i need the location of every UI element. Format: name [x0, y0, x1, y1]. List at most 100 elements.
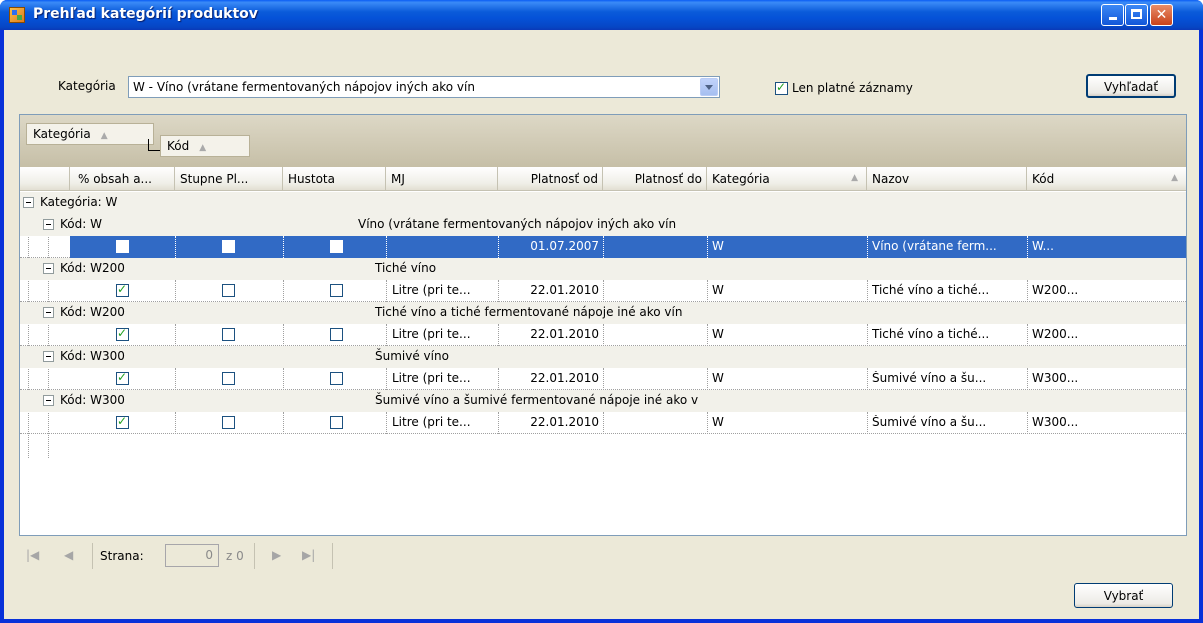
group-description: Víno (vrátane fermentovaných nápojov iný…	[358, 217, 677, 231]
group-row-kod[interactable]: Kód: W Víno (vrátane fermentovaných nápo…	[20, 214, 1186, 236]
cell-kategoria: W	[712, 327, 724, 341]
collapse-icon[interactable]	[43, 307, 54, 318]
search-button[interactable]: Vyhľadať	[1086, 74, 1176, 98]
group-caption: Kategória: W	[40, 195, 118, 209]
column-header-platnost-do[interactable]: Platnosť do	[603, 167, 707, 191]
group-chip-label: Kód	[167, 139, 190, 153]
cell-mj: Litre (pri te...	[392, 415, 471, 429]
maximize-button[interactable]	[1125, 4, 1148, 26]
cell-nazov: Šumivé víno a šu...	[872, 371, 987, 385]
column-header-hustota[interactable]: Hustota	[283, 167, 386, 191]
app-icon[interactable]	[9, 7, 25, 23]
first-page-icon[interactable]: |◀	[26, 548, 39, 562]
collapse-icon[interactable]	[43, 219, 54, 230]
select-button[interactable]: Vybrať	[1074, 583, 1173, 608]
close-button[interactable]: ✕	[1150, 4, 1173, 26]
cell-platnost-od: 22.01.2010	[530, 415, 599, 429]
header-spacer	[20, 167, 70, 191]
kategoria-combo[interactable]: W - Víno (vrátane fermentovaných nápojov…	[128, 76, 720, 98]
title-bar[interactable]: Prehľad kategórií produktov ✕	[0, 0, 1203, 30]
hustota-checkbox[interactable]	[330, 328, 343, 341]
stupne-checkbox[interactable]	[222, 416, 235, 429]
group-caption: Kód: W300	[60, 349, 125, 363]
hustota-checkbox[interactable]	[330, 284, 343, 297]
cell-mj: Litre (pri te...	[392, 283, 471, 297]
collapse-icon[interactable]	[23, 197, 34, 208]
obsah-checkbox[interactable]	[116, 326, 129, 341]
table-row[interactable]: 01.07.2007 W Víno (vrátane ferm... W...	[20, 236, 1186, 258]
hustota-checkbox[interactable]	[330, 240, 343, 253]
column-header-obsah[interactable]: % obsah a...	[70, 167, 175, 191]
only-valid-label: Len platné záznamy	[792, 81, 913, 95]
cell-kategoria: W	[712, 371, 724, 385]
table-row[interactable]: Litre (pri te... 22.01.2010 W Tiché víno…	[20, 280, 1186, 302]
group-description: Tiché víno a tiché fermentované nápoje i…	[375, 305, 683, 319]
kategoria-label: Kategória	[58, 79, 116, 93]
cell-platnost-od: 22.01.2010	[530, 283, 599, 297]
column-header-stupne[interactable]: Stupne Pl...	[175, 167, 283, 191]
stupne-checkbox[interactable]	[222, 284, 235, 297]
minimize-icon	[1108, 17, 1117, 20]
group-row-kod[interactable]: Kód: W300 Šumivé víno a šumivé fermentov…	[20, 390, 1186, 412]
prev-page-icon[interactable]: ◀	[64, 548, 73, 562]
only-valid-checkbox[interactable]	[775, 80, 788, 95]
column-header-kategoria[interactable]: Kategória ▲	[707, 167, 867, 191]
group-row-kod[interactable]: Kód: W300 Šumivé víno	[20, 346, 1186, 368]
obsah-checkbox[interactable]	[116, 370, 129, 385]
group-caption: Kód: W200	[60, 261, 125, 275]
column-header-kod[interactable]: Kód ▲	[1027, 167, 1186, 191]
collapse-icon[interactable]	[43, 351, 54, 362]
data-grid: Kategória ▲ Kód ▲ % obsah a... Stupne Pl..…	[19, 114, 1187, 536]
column-header-nazov[interactable]: Nazov	[867, 167, 1027, 191]
cell-kod: W300...	[1032, 415, 1079, 429]
collapse-icon[interactable]	[43, 263, 54, 274]
cell-mj: Litre (pri te...	[392, 327, 471, 341]
obsah-checkbox[interactable]	[116, 414, 129, 429]
pager: |◀ ◀ Strana: 0 z 0 ▶ ▶|	[20, 540, 1187, 573]
table-row[interactable]: Litre (pri te... 22.01.2010 W Šumivé vín…	[20, 368, 1186, 390]
chevron-down-icon[interactable]	[700, 78, 718, 96]
group-by-area: Kategória ▲ Kód ▲	[20, 115, 1186, 167]
main-window: Prehľad kategórií produktov ✕ Kategória …	[0, 0, 1203, 623]
column-header-platnost-od[interactable]: Platnosť od	[498, 167, 603, 191]
page-label: Strana:	[100, 549, 144, 563]
cell-nazov: Tiché víno a tiché...	[872, 327, 990, 341]
group-row-kod[interactable]: Kód: W200 Tiché víno	[20, 258, 1186, 280]
group-row-kod[interactable]: Kód: W200 Tiché víno a tiché fermentovan…	[20, 302, 1186, 324]
hustota-checkbox[interactable]	[330, 416, 343, 429]
cell-nazov: Šumivé víno a šu...	[872, 415, 987, 429]
table-row[interactable]: Litre (pri te... 22.01.2010 W Tiché víno…	[20, 324, 1186, 346]
minimize-button[interactable]	[1101, 4, 1124, 26]
next-page-icon[interactable]: ▶	[272, 548, 281, 562]
obsah-checkbox[interactable]	[116, 282, 129, 297]
group-row-kategoria[interactable]: Kategória: W	[20, 192, 1186, 214]
obsah-checkbox[interactable]	[116, 240, 129, 253]
window-title: Prehľad kategórií produktov	[33, 6, 258, 22]
group-chip-label: Kategória	[33, 127, 91, 141]
group-caption: Kód: W300	[60, 393, 125, 407]
cell-mj: Litre (pri te...	[392, 371, 471, 385]
hustota-checkbox[interactable]	[330, 372, 343, 385]
column-header-row: % obsah a... Stupne Pl... Hustota MJ Pla…	[20, 167, 1186, 191]
stupne-checkbox[interactable]	[222, 372, 235, 385]
group-caption: Kód: W200	[60, 305, 125, 319]
kategoria-value: W - Víno (vrátane fermentovaných nápojov…	[133, 80, 475, 94]
table-row[interactable]: Litre (pri te... 22.01.2010 W Šumivé vín…	[20, 412, 1186, 434]
group-chip-kategoria[interactable]: Kategória ▲	[26, 123, 154, 145]
cell-kategoria: W	[712, 415, 724, 429]
group-chip-kod[interactable]: Kód ▲	[160, 135, 250, 157]
cell-kategoria: W	[712, 283, 724, 297]
cell-kategoria: W	[712, 239, 724, 253]
page-input[interactable]: 0	[165, 544, 219, 567]
cell-kod: W200...	[1032, 283, 1079, 297]
page-total: z 0	[226, 549, 244, 563]
collapse-icon[interactable]	[43, 395, 54, 406]
column-header-mj[interactable]: MJ	[386, 167, 498, 191]
sort-asc-icon: ▲	[100, 131, 108, 141]
stupne-checkbox[interactable]	[222, 240, 235, 253]
column-header-label: Kód	[1032, 172, 1055, 186]
stupne-checkbox[interactable]	[222, 328, 235, 341]
close-icon: ✕	[1155, 7, 1168, 23]
last-page-icon[interactable]: ▶|	[302, 548, 315, 562]
sort-asc-icon: ▲	[851, 173, 858, 183]
